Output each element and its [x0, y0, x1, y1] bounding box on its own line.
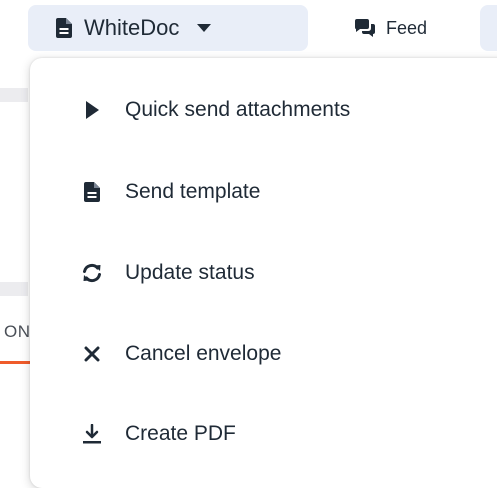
download-icon: [80, 422, 104, 446]
background-tab-underline: [0, 361, 30, 364]
menu-item-label: Create PDF: [125, 422, 236, 445]
whitedoc-dropdown-menu: Quick send attachments Send template Upd…: [30, 58, 497, 488]
whitedoc-dropdown-button[interactable]: WhiteDoc: [28, 5, 308, 51]
background-panel-bar: [0, 282, 28, 296]
whitedoc-label: WhiteDoc: [84, 15, 180, 40]
menu-item-label: Quick send attachments: [125, 98, 351, 121]
menu-item-label: Update status: [125, 261, 255, 284]
refresh-icon: [80, 261, 104, 285]
chat-bubbles-icon: [354, 19, 376, 37]
background-tab-label[interactable]: ON: [4, 322, 31, 342]
toolbar-tab-partial[interactable]: [480, 5, 497, 51]
menu-item-label: Cancel envelope: [125, 342, 282, 365]
document-icon: [80, 180, 104, 204]
menu-item-update-status[interactable]: Update status: [30, 243, 497, 303]
feed-tab[interactable]: Feed: [326, 5, 472, 51]
close-icon: [80, 342, 104, 366]
menu-item-cancel-envelope[interactable]: Cancel envelope: [30, 324, 497, 384]
background-panel-bar: [0, 88, 28, 102]
feed-label: Feed: [386, 17, 428, 38]
caret-down-icon: [197, 24, 212, 32]
play-icon: [80, 98, 104, 122]
document-icon: [56, 18, 72, 38]
menu-item-create-pdf[interactable]: Create PDF: [30, 404, 497, 464]
menu-item-label: Send template: [125, 180, 261, 203]
menu-item-send-template[interactable]: Send template: [30, 162, 497, 222]
menu-item-quick-send-attachments[interactable]: Quick send attachments: [30, 80, 497, 140]
